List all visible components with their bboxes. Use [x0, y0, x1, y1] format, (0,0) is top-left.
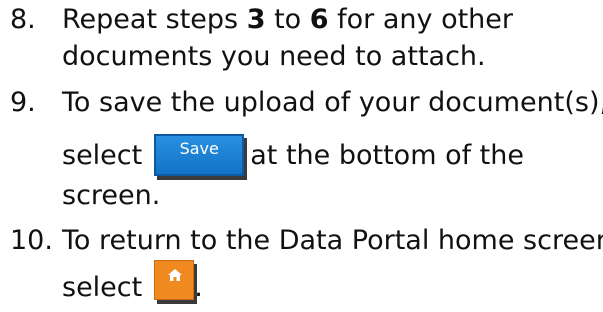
step-number: 9. — [10, 87, 36, 118]
save-button[interactable]: Save — [154, 134, 245, 176]
step-text: To return to the Data Portal home screen… — [62, 225, 603, 256]
step-ref-end: 6 — [309, 4, 329, 35]
step-number: 8. — [10, 4, 36, 35]
home-button[interactable] — [154, 260, 195, 300]
step-text: screen. — [62, 180, 161, 211]
step-text: . — [194, 272, 203, 303]
step-ref-start: 3 — [246, 4, 266, 35]
step-text: select — [62, 272, 143, 303]
step-number: 10. — [10, 225, 53, 256]
step-text: documents you need to attach. — [62, 41, 486, 72]
step-text: at the bottom of the — [250, 140, 524, 171]
step-text: To save the upload of your document(s), — [62, 87, 603, 118]
step-text: for any other — [328, 4, 514, 35]
step-text: to — [265, 4, 310, 35]
step-text: Repeat steps — [62, 4, 247, 35]
step-text: select — [62, 140, 143, 171]
home-icon — [168, 269, 183, 281]
